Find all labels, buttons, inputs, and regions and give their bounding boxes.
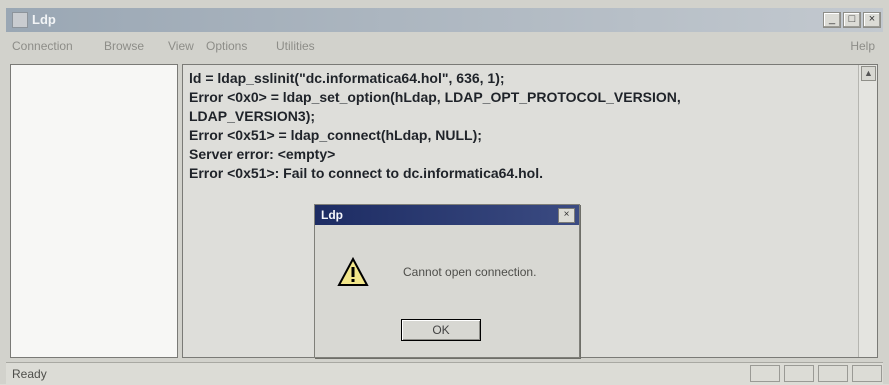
menu-bar: Connection Browse View Options Utilities… [6, 34, 883, 56]
close-button[interactable]: × [863, 12, 881, 28]
menu-options[interactable]: Options [206, 39, 247, 53]
log-line: Error <0x51>: Fail to connect to dc.info… [189, 165, 543, 181]
menu-view[interactable]: View [168, 39, 194, 53]
title-bar: Ldp _ □ × [6, 8, 883, 32]
window-title: Ldp [32, 12, 56, 27]
dialog-title-bar: Ldp × [315, 205, 579, 225]
menu-browse[interactable]: Browse [104, 39, 144, 53]
app-icon [12, 12, 28, 28]
status-text: Ready [12, 367, 47, 381]
dialog-close-button[interactable]: × [558, 208, 575, 223]
ldp-window: Ldp _ □ × Connection Browse View Options… [0, 0, 889, 385]
status-panel [784, 365, 814, 382]
minimize-button[interactable]: _ [823, 12, 841, 28]
log-line: LDAP_VERSION3); [189, 108, 316, 124]
tree-pane[interactable] [10, 64, 178, 358]
menu-help[interactable]: Help [850, 39, 875, 53]
ok-button[interactable]: OK [401, 319, 481, 341]
log-output: ld = ldap_sslinit("dc.informatica64.hol"… [189, 69, 829, 183]
warning-icon [337, 257, 369, 286]
vertical-scrollbar[interactable]: ▲ [858, 65, 877, 357]
log-line: ld = ldap_sslinit("dc.informatica64.hol"… [189, 70, 505, 86]
menu-connection[interactable]: Connection [12, 39, 73, 53]
status-panel [852, 365, 882, 382]
scroll-up-icon[interactable]: ▲ [861, 66, 876, 81]
dialog-message: Cannot open connection. [403, 265, 537, 279]
log-line: Error <0x0> = ldap_set_option(hLdap, LDA… [189, 89, 681, 105]
log-line: Error <0x51> = ldap_connect(hLdap, NULL)… [189, 127, 482, 143]
dialog-title: Ldp [321, 208, 343, 222]
status-panel [818, 365, 848, 382]
status-bar: Ready [6, 362, 883, 385]
status-panel [750, 365, 780, 382]
maximize-button[interactable]: □ [843, 12, 861, 28]
log-line: Server error: <empty> [189, 146, 336, 162]
menu-utilities[interactable]: Utilities [276, 39, 315, 53]
error-dialog: Ldp × Cannot open connection. OK [314, 204, 580, 358]
